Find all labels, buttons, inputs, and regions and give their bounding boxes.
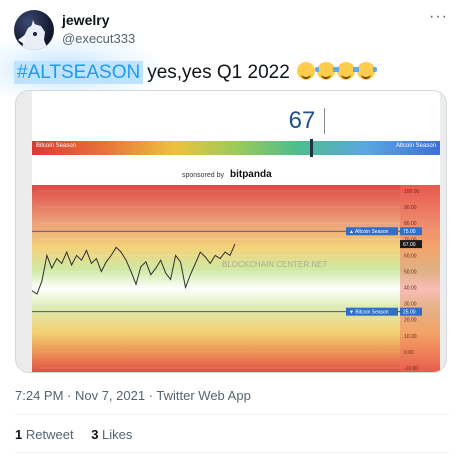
avatar[interactable] bbox=[14, 10, 54, 50]
retweet-count: 1 bbox=[15, 427, 23, 442]
text-cursor bbox=[324, 108, 325, 134]
reference-label: ▲ Altcoin Season bbox=[349, 229, 389, 235]
author-handle[interactable]: @execut333 bbox=[62, 31, 135, 46]
y-tick-label: 50.00 bbox=[404, 269, 417, 275]
relieved-face-icon bbox=[297, 62, 316, 80]
y-tick-label: 40.00 bbox=[404, 286, 417, 292]
y-tick-label: 20.00 bbox=[404, 318, 417, 324]
tears-of-joy-icon bbox=[335, 62, 358, 80]
sponsor-prefix: sponsored by bbox=[182, 172, 225, 179]
index-marker bbox=[310, 139, 313, 157]
bar-right-label: Altcoin Season bbox=[395, 143, 436, 149]
tweet-body: yes,yes Q1 2022 bbox=[147, 62, 290, 83]
y-tick-label: 0.00 bbox=[404, 350, 414, 356]
index-chart: ▲ Altcoin Season 75.00 ▼ Bitcoin Season 25.… bbox=[32, 185, 440, 372]
sponsor-line: sponsored by bitpanda bbox=[182, 169, 272, 180]
retweet-stat[interactable]: 1 Retweet bbox=[15, 427, 74, 442]
bar-left-label: Bitcoin Season bbox=[36, 143, 77, 149]
likes-stat[interactable]: 3 Likes bbox=[91, 427, 132, 442]
index-value: 67 bbox=[288, 107, 316, 134]
y-tick-label: 80.00 bbox=[404, 221, 417, 227]
hashtag-link[interactable]: #ALTSEASON bbox=[14, 61, 144, 84]
watermark: BLOCKCHAIN CENTER.NET bbox=[222, 260, 327, 269]
more-icon[interactable]: ··· bbox=[429, 9, 448, 25]
current-value-label: 67.00 bbox=[403, 242, 416, 248]
tweet-text: #ALTSEASON yes,yes Q1 2022 bbox=[14, 61, 378, 85]
sponsor-name: bitpanda bbox=[229, 169, 272, 180]
y-tick-label: 90.00 bbox=[404, 205, 417, 211]
y-tick-label: 60.00 bbox=[404, 253, 417, 259]
tweet-media[interactable]: 67 Bitcoin Season Altcoin Season sponsor… bbox=[15, 90, 447, 373]
season-gradient-bar bbox=[32, 141, 440, 155]
y-tick-label: 30.00 bbox=[404, 302, 417, 308]
reference-value-label: 25.00 bbox=[403, 310, 416, 316]
tweet: jewelry @execut333 ··· #ALTSEASON yes,yes… bbox=[0, 0, 464, 460]
engagement-stats: 1 Retweet 3 Likes bbox=[15, 427, 132, 442]
altcoin-index-screenshot: 67 Bitcoin Season Altcoin Season sponsor… bbox=[32, 91, 440, 372]
y-tick-label: 10.00 bbox=[404, 334, 417, 340]
y-tick-label: -10.00 bbox=[404, 366, 418, 372]
author-name[interactable]: jewelry bbox=[62, 12, 109, 28]
y-tick-label: 100.00 bbox=[404, 189, 420, 195]
divider bbox=[15, 414, 449, 415]
reference-value-label: 75.00 bbox=[403, 229, 416, 235]
divider bbox=[15, 452, 449, 453]
reference-label: ▼ Bitcoin Season bbox=[349, 310, 389, 316]
retweet-label: Retweet bbox=[25, 427, 74, 442]
likes-label: Likes bbox=[102, 427, 133, 442]
likes-count: 3 bbox=[91, 427, 99, 442]
tears-of-joy-icon bbox=[315, 62, 338, 80]
avatar-image bbox=[18, 20, 48, 50]
timestamp[interactable]: 7:24 PM · Nov 7, 2021 · Twitter Web App bbox=[15, 388, 251, 403]
tears-of-joy-icon bbox=[355, 62, 378, 80]
